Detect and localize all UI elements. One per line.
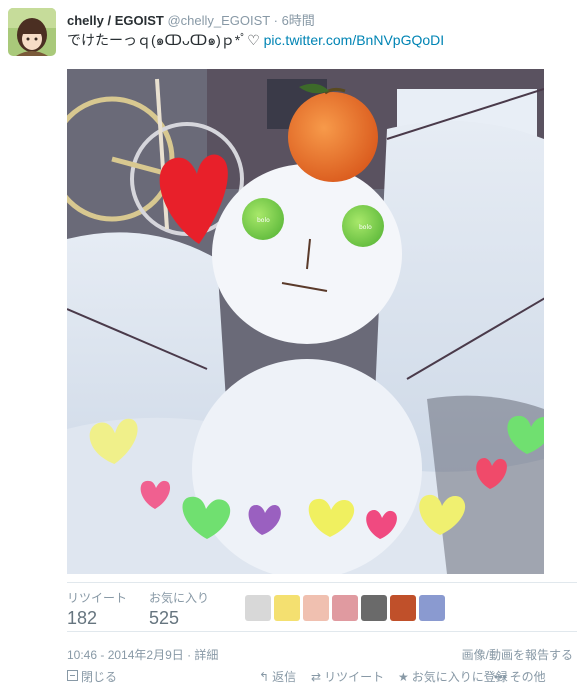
favoriter-avatar[interactable] (390, 595, 416, 621)
favoriter-avatar[interactable] (332, 595, 358, 621)
retweet-count: 182 (67, 608, 98, 628)
timestamp[interactable]: 10:46 - 2014年2月9日 · 詳細 (67, 648, 218, 662)
retweet-icon: ⇄ (311, 669, 322, 684)
reply-button[interactable]: ↰ 返信 (259, 668, 296, 685)
avatar[interactable] (8, 8, 56, 56)
username[interactable]: @chelly_EGOIST (167, 13, 270, 28)
more-label: その他 (509, 670, 546, 684)
tweet-photo[interactable]: bolo bolo (67, 69, 544, 574)
favorite-button[interactable]: ★ お気に入りに登録 (398, 668, 508, 685)
favoriter-avatar[interactable] (303, 595, 329, 621)
time-ago[interactable]: 6時間 (282, 13, 315, 28)
tweet-meta: chelly / EGOIST @chelly_EGOIST · 6時間 (67, 10, 315, 29)
retweet-label: リツイート (67, 591, 128, 605)
time-row: 10:46 - 2014年2月9日 · 詳細 画像/動画を報告する (67, 646, 577, 663)
favoriter-avatar[interactable] (274, 595, 300, 621)
favoriter-avatar[interactable] (361, 595, 387, 621)
favoriter-avatar[interactable] (419, 595, 445, 621)
retweet-stat[interactable]: リツイート 182 (67, 589, 127, 629)
tweet-text-body: でけたーっｑ(๑ↀᴗↀ๑)ｐ*ﾟ♡ (67, 32, 264, 48)
favoriter-avatars (245, 595, 445, 621)
close-icon (67, 670, 78, 683)
tweet-actions: 閉じる ↰ 返信 ⇄ リツイート ★ お気に入りに登録 ••• その他 (0, 668, 584, 690)
fullname[interactable]: chelly / EGOIST (67, 13, 164, 28)
reply-icon: ↰ (259, 669, 270, 684)
report-media-link[interactable]: 画像/動画を報告する (462, 646, 573, 663)
favorite-label: お気に入り (149, 591, 210, 605)
tweet-text: でけたーっｑ(๑ↀᴗↀ๑)ｐ*ﾟ♡ pic.twitter.com/BnNVpG… (67, 30, 444, 52)
svg-text:bolo: bolo (359, 224, 372, 231)
more-button[interactable]: ••• その他 (494, 668, 546, 685)
retweet-action-label: リツイート (324, 670, 385, 684)
separator: · (273, 13, 278, 28)
favorite-count: 525 (149, 608, 180, 628)
favorite-stat[interactable]: お気に入り 525 (149, 589, 209, 629)
tweet-header: chelly / EGOIST @chelly_EGOIST · 6時間 でけた… (8, 8, 578, 60)
more-dots-icon: ••• (494, 669, 507, 684)
star-icon: ★ (398, 669, 409, 684)
close-button[interactable]: 閉じる (67, 668, 117, 685)
favoriter-avatar[interactable] (245, 595, 271, 621)
tweet-stats: リツイート 182 お気に入り 525 (67, 582, 577, 632)
reply-label: 返信 (272, 670, 297, 684)
svg-text:bolo: bolo (257, 217, 270, 224)
tweet-link[interactable]: pic.twitter.com/BnNVpGQoDI (264, 32, 445, 48)
retweet-button[interactable]: ⇄ リツイート (311, 668, 384, 685)
close-label: 閉じる (81, 670, 118, 684)
